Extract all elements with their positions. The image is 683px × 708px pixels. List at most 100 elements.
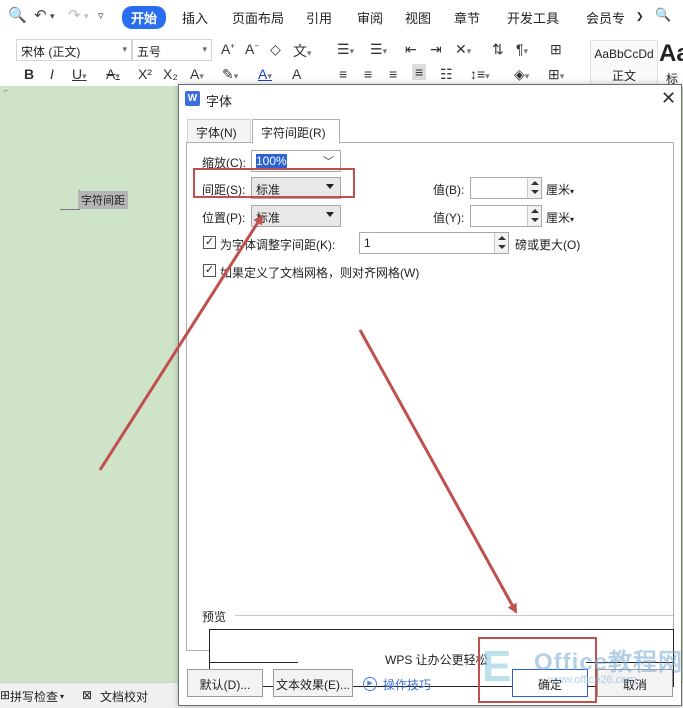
font-name-combo[interactable]: 宋体 (正文) ▾ [16,39,132,61]
increase-indent-icon[interactable]: ⇥ [430,41,442,58]
dropdown-arrow-icon [326,212,334,217]
redo-dropdown-icon[interactable]: ▾ [84,11,89,22]
line-spacing-icon[interactable]: ↕≡▾ [470,66,490,82]
font-size-combo[interactable]: 五号 ▾ [132,39,212,61]
dialog-titlebar[interactable]: W 字体 ✕ [179,85,681,113]
font-dialog: W 字体 ✕ 字体(N) 字符间距(R) 缩放(C): 100% ﹀ 间距(S)… [178,84,682,706]
spell-check-label[interactable]: 拼写检查 [10,688,58,705]
tips-link[interactable]: 操作技巧 [383,676,431,693]
kerning-label: 为字体调整字间距(K): [220,238,336,252]
tab-page-layout[interactable]: 页面布局 [232,8,284,27]
tab-chapter[interactable]: 章节 [454,8,480,27]
chevron-down-icon: ▾ [122,44,127,54]
tab-references[interactable]: 引用 [306,8,332,27]
spacing-amount-spinner[interactable] [527,178,541,198]
kerning-value: 1 [364,236,371,250]
wps-logo-icon: W [185,91,200,106]
strikethrough-icon[interactable]: A▾ [106,66,120,82]
tab-char-spacing[interactable]: 字符间距(R) [252,119,340,144]
phonetic-guide-icon[interactable]: 文▾ [293,41,312,61]
tab-font[interactable]: 字体(N) [187,119,251,143]
text-effect-icon[interactable]: A▾ [190,66,204,82]
decrease-indent-icon[interactable]: ⇤ [405,41,417,58]
tab-review[interactable]: 审阅 [357,8,383,27]
search-icon[interactable]: 🔍 [655,7,671,23]
align-right-icon[interactable]: ≡ [389,66,397,82]
undo-dropdown-icon[interactable]: ▾ [50,11,55,22]
superscript-icon[interactable]: X² [138,66,152,82]
default-button[interactable]: 默认(D)... [187,669,263,697]
borders-icon[interactable]: ⊞▾ [548,66,564,83]
tab-view[interactable]: 视图 [405,8,431,27]
clear-format-icon[interactable]: ◇ [270,41,281,58]
position-amount-spinner[interactable] [527,206,541,226]
doc-proof-icon[interactable]: ⊠ [82,688,92,702]
position-amount-input[interactable] [470,205,542,227]
bold-icon[interactable]: B [24,66,34,82]
numbered-list-icon[interactable]: ☰▾ [370,41,387,58]
tab-insert[interactable]: 插入 [182,8,208,27]
ok-button[interactable]: 确定 [512,669,588,697]
align-center-icon[interactable]: ≡ [364,66,372,82]
text-effect-button[interactable]: 文本效果(E)... [273,669,353,697]
cancel-button[interactable]: 取消 [597,669,673,697]
chevron-down-icon: ﹀ [323,156,334,168]
position-unit[interactable]: 厘米▾ [546,209,574,226]
position-unit-label: 厘米 [546,211,571,225]
char-spacing-panel: 缩放(C): 100% ﹀ 间距(S): 标准 值(B): 厘米▾ 位置(P):… [186,142,674,687]
scale-combo[interactable]: 100% ﹀ [251,150,341,172]
kerning-spinner[interactable] [494,233,508,253]
style-normal[interactable]: AaBbCcDd 正文 [590,40,658,86]
grid-checkbox[interactable]: ✓ [203,264,216,277]
spacing-unit[interactable]: 厘米▾ [546,181,574,198]
play-icon[interactable]: ▶ [363,677,377,691]
tab-developer[interactable]: 开发工具 [507,8,559,27]
sort-icon[interactable]: ⇅ [492,41,504,58]
shrink-font-icon[interactable]: A− [245,41,259,57]
chevron-down-icon[interactable]: ▾ [60,692,64,701]
tab-member[interactable]: 会员专 [586,8,625,27]
table-border-icon[interactable]: ⊞ [550,41,562,58]
show-hide-marks-icon[interactable]: ¶▾ [516,41,528,57]
customize-qat-icon[interactable]: ▿ [98,9,104,22]
close-icon[interactable]: ✕ [661,88,676,109]
chevron-down-icon: ▾ [202,44,207,54]
position-combo[interactable]: 标准 [251,205,341,227]
position-label: 位置(P): [202,211,246,225]
distributed-icon[interactable]: ☷ [440,66,453,83]
position-amount-label: 值(Y): [433,211,465,225]
bullet-list-icon[interactable]: ☰▾ [337,41,354,58]
char-border-icon[interactable]: A [292,66,301,82]
print-preview-icon[interactable]: 🔍 [8,6,27,24]
style-heading-preview[interactable]: Aa [659,40,683,68]
tabs-scroll-icon[interactable]: ❯ [636,11,644,22]
highlight-icon[interactable]: ✎▾ [222,66,238,83]
position-value: 标准 [256,211,281,225]
preview-baseline-right [586,662,674,663]
justify-icon[interactable]: ≡ [412,64,427,80]
chinese-layout-icon[interactable]: ✕▾ [455,41,471,58]
font-size-value: 五号 [137,45,162,59]
redo-icon[interactable]: ↷ [68,6,81,24]
shading-icon[interactable]: ◈▾ [514,66,529,83]
selected-text[interactable]: 字符间距 [78,191,128,209]
style-preview: AaBbCcDd [594,47,654,61]
undo-icon[interactable]: ↶ [34,6,47,24]
kerning-checkbox[interactable]: ✓ [203,236,216,249]
spacing-label: 间距(S): [202,183,246,197]
spell-check-icon[interactable]: ⊞ [0,688,10,702]
font-color-icon[interactable]: A▾ [258,66,272,82]
kerning-input[interactable]: 1 [359,232,509,254]
tab-home[interactable]: 开始 [122,6,167,29]
underline-icon[interactable]: U▾ [72,66,87,82]
spacing-amount-input[interactable] [470,177,542,199]
italic-icon[interactable]: I [50,66,54,82]
grow-font-icon[interactable]: A+ [221,41,235,57]
ribbon-tabbar: 🔍 ↶ ▾ ↷ ▾ ▿ 开始 插入 页面布局 引用 审阅 视图 章节 开发工具 … [0,0,683,34]
align-left-icon[interactable]: ≡ [339,66,347,82]
doc-proof-label[interactable]: 文档校对 [100,688,148,705]
crop-mark [60,190,80,210]
preview-label: 预览 [202,610,227,624]
subscript-icon[interactable]: X₂ [163,66,178,82]
spacing-combo[interactable]: 标准 [251,177,341,199]
